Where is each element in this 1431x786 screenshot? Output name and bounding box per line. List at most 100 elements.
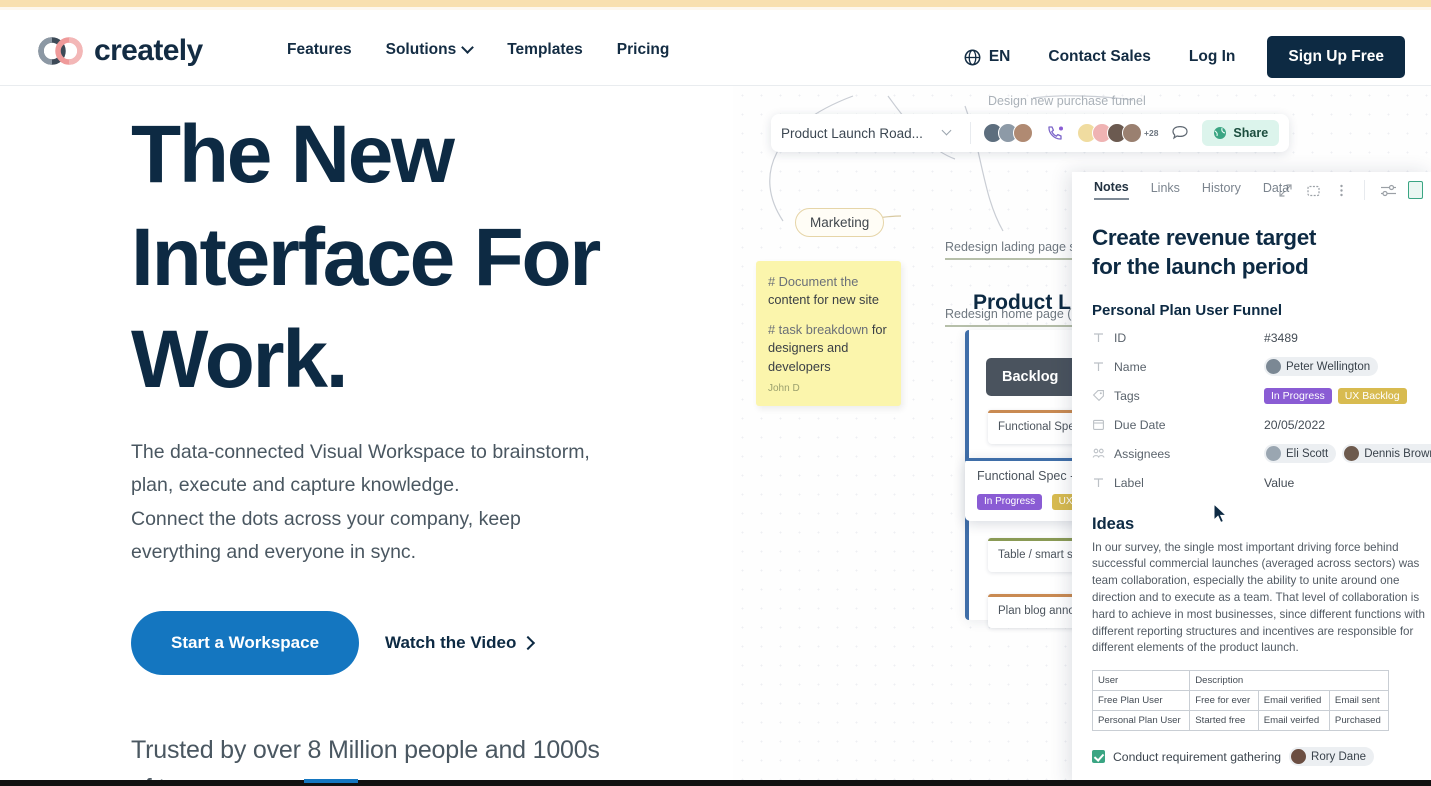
language-selector[interactable]: EN xyxy=(964,48,1010,66)
bottom-bar xyxy=(0,780,1431,786)
property-value[interactable]: In Progress UX Backlog xyxy=(1264,387,1407,404)
hero-section: The New Interface For Work. The data-con… xyxy=(131,104,731,786)
header-actions: EN Contact Sales Log In Sign Up Free xyxy=(964,36,1405,78)
table-header-cell: Description xyxy=(1189,670,1389,692)
person-chip[interactable]: Peter Wellington xyxy=(1264,357,1379,377)
infinity-logo-icon xyxy=(38,36,84,66)
sticky-note[interactable]: # Document the content for new site # ta… xyxy=(756,261,901,406)
collaborator-avatars[interactable] xyxy=(983,123,1033,143)
sticky-line-3: # task breakdown xyxy=(768,322,869,338)
hero-sub-line-1: The data-connected Visual Workspace to b… xyxy=(131,440,590,463)
sticky-line-2: content for new site xyxy=(768,292,879,308)
trusted-line-1: Trusted by over 8 Million people and 100… xyxy=(131,735,600,764)
panel-title-line-1: Create revenue target xyxy=(1092,225,1317,250)
property-value[interactable]: Peter Wellington xyxy=(1264,357,1379,377)
property-row-tags: Tags In Progress UX Backlog xyxy=(1092,386,1411,406)
panel-toggle-icon[interactable] xyxy=(1408,181,1423,199)
property-row-label: Label Value xyxy=(1092,473,1411,493)
hero-title-line-3: Work. xyxy=(131,314,349,405)
nav-label: Pricing xyxy=(616,41,670,58)
ideas-body-text: In our survey, the single most important… xyxy=(1092,540,1425,655)
watch-video-label: Watch the Video xyxy=(385,632,517,652)
watch-the-video-link[interactable]: Watch the Video xyxy=(385,633,532,653)
creately-logo[interactable]: creately xyxy=(38,34,203,68)
avatar xyxy=(1013,123,1033,143)
contact-sales-link[interactable]: Contact Sales xyxy=(1048,48,1151,66)
table-cell: Purchased xyxy=(1328,710,1390,732)
sign-up-free-button[interactable]: Sign Up Free xyxy=(1267,36,1405,78)
panel-content: Create revenue target for the launch per… xyxy=(1072,208,1431,786)
tab-history[interactable]: History xyxy=(1202,181,1241,199)
nav-item-templates[interactable]: Templates xyxy=(507,41,583,59)
property-value[interactable]: 20/05/2022 xyxy=(1264,418,1325,432)
user-funnel-table: User Description Free Plan User Free for… xyxy=(1091,670,1390,732)
tag-in-progress[interactable]: In Progress xyxy=(1264,387,1332,404)
hero-sub-line-3: Connect the dots across your company, ke… xyxy=(131,507,521,530)
checkbox-checked-icon[interactable] xyxy=(1092,750,1105,764)
table-cell: Free for ever xyxy=(1189,690,1259,712)
property-row-id: ID #3489 xyxy=(1092,328,1411,348)
assignee-chip[interactable]: Dennis Brown xyxy=(1342,444,1431,464)
table-header-cell: User xyxy=(1091,670,1191,692)
avatar xyxy=(1266,359,1281,375)
property-row-due-date: Due Date 20/05/2022 xyxy=(1092,415,1411,435)
nav-label: Templates xyxy=(507,41,583,58)
nav-label: Features xyxy=(287,41,352,58)
tag-ux-backlog[interactable]: UX Backlog xyxy=(1337,387,1407,404)
assignee-chip[interactable]: Eli Scott xyxy=(1264,444,1337,464)
globe-share-icon xyxy=(1214,127,1227,139)
table-header-row: User Description xyxy=(1091,670,1389,692)
person-name: Peter Wellington xyxy=(1286,360,1371,373)
settings-sliders-icon[interactable] xyxy=(1380,183,1396,198)
mindmap-node-marketing[interactable]: Marketing xyxy=(795,208,885,237)
checklist-item[interactable]: Conduct requirement gathering Rory Dane xyxy=(1092,747,1411,767)
tab-links[interactable]: Links xyxy=(1151,181,1180,199)
canvas-toolbar: Product Launch Road... +28 Share xyxy=(771,114,1290,152)
bottom-accent-indicator xyxy=(304,779,358,783)
note-icon[interactable] xyxy=(1306,183,1321,198)
panel-title-line-2: for the launch period xyxy=(1092,253,1309,279)
table-row: Personal Plan User Started free Email ve… xyxy=(1091,710,1390,732)
start-a-workspace-button[interactable]: Start a Workspace xyxy=(131,610,360,675)
hero-title-line-1: The New xyxy=(131,109,455,200)
text-icon xyxy=(1092,360,1105,373)
property-value[interactable]: Eli Scott Dennis Brown xyxy=(1264,444,1431,464)
hero-title-line-2: Interface For xyxy=(131,211,601,303)
phone-call-icon[interactable] xyxy=(1045,123,1065,143)
checklist-assignee-chip[interactable]: Rory Dane xyxy=(1289,747,1374,767)
calendar-icon xyxy=(1092,418,1105,431)
avatar xyxy=(1122,123,1142,143)
sticky-note-author: John D xyxy=(768,382,800,394)
main-nav: Features Solutions Templates Pricing xyxy=(287,41,669,59)
sticky-para-1: # Document the content for new site xyxy=(768,273,889,309)
nav-item-features[interactable]: Features xyxy=(287,41,352,59)
panel-icon-bar xyxy=(1278,180,1423,200)
share-button[interactable]: Share xyxy=(1202,120,1280,146)
more-collaborator-avatars[interactable]: +28 xyxy=(1077,123,1158,143)
log-in-link[interactable]: Log In xyxy=(1189,48,1236,66)
tag-icon xyxy=(1092,389,1105,402)
comment-icon[interactable] xyxy=(1170,123,1190,143)
sticky-para-2: # task breakdown for designers and devel… xyxy=(768,321,889,375)
property-value[interactable]: #3489 xyxy=(1264,331,1298,345)
text-icon xyxy=(1092,476,1105,489)
tab-notes[interactable]: Notes xyxy=(1094,180,1129,200)
chevron-down-icon[interactable] xyxy=(943,129,952,138)
chevron-down-icon xyxy=(463,43,473,53)
board-title: Product L xyxy=(973,291,1071,314)
text-icon xyxy=(1092,331,1105,344)
nav-item-pricing[interactable]: Pricing xyxy=(617,41,670,59)
hero-cta-row: Start a Workspace Watch the Video xyxy=(131,610,731,675)
nav-item-solutions[interactable]: Solutions xyxy=(386,41,474,59)
avatar-overflow-count: +28 xyxy=(1144,128,1159,138)
details-panel: Notes Links History Data Create revenue … xyxy=(1072,172,1431,786)
expand-icon[interactable] xyxy=(1278,183,1293,198)
property-key: Label xyxy=(1114,475,1144,490)
toolbar-divider xyxy=(970,122,971,144)
document-title[interactable]: Product Launch Road... xyxy=(781,126,931,141)
property-value[interactable]: Value xyxy=(1264,476,1294,490)
more-vertical-icon[interactable] xyxy=(1334,183,1349,198)
hero-sub-line-2: plan, execute and capture knowledge. xyxy=(131,474,460,497)
globe-icon xyxy=(964,49,981,66)
top-accent-bar xyxy=(0,0,1431,7)
